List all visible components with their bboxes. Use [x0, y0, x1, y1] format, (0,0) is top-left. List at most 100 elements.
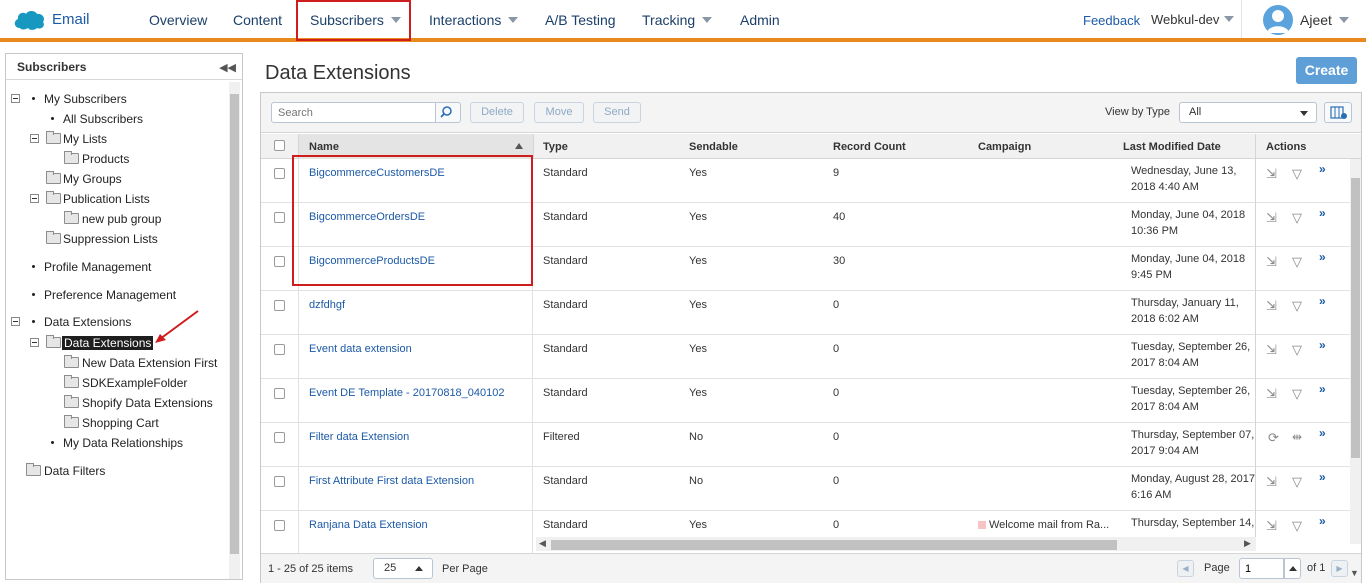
import-icon[interactable]: ⇲ [1266, 342, 1277, 358]
nav-interactions[interactable]: Interactions [429, 12, 519, 28]
column-header-last-modified-date[interactable]: Last Modified Date [1123, 141, 1221, 153]
import-icon[interactable]: ⇲ [1266, 210, 1277, 226]
nav-admin[interactable]: Admin [740, 12, 780, 28]
filter-icon[interactable]: ▽ [1292, 254, 1302, 270]
filter-icon[interactable]: ▽ [1292, 210, 1302, 226]
tree-item-my-data-relationships[interactable]: My Data Relationships [6, 434, 226, 452]
app-name[interactable]: Email [52, 11, 90, 28]
tree-item-my-subscribers[interactable]: My Subscribers [6, 90, 226, 108]
nav-overview[interactable]: Overview [149, 12, 207, 28]
more-actions-icon[interactable]: » [1319, 514, 1326, 528]
filter-icon[interactable]: ▽ [1292, 474, 1302, 490]
tree-item-preference-management[interactable]: Preference Management [6, 286, 226, 304]
tree-item-profile-management[interactable]: Profile Management [6, 258, 226, 276]
filter-icon[interactable]: ▽ [1292, 298, 1302, 314]
import-icon[interactable]: ⇲ [1266, 254, 1277, 270]
row-checkbox[interactable] [274, 344, 285, 355]
refresh-icon[interactable]: ⟳ [1268, 430, 1279, 446]
import-icon[interactable]: ⇲ [1266, 166, 1277, 182]
column-header-record-count[interactable]: Record Count [833, 141, 906, 153]
feedback-link[interactable]: Feedback [1083, 13, 1140, 28]
table-row[interactable]: Event DE Template - 20170818_040102 Stand… [261, 379, 1261, 423]
search-input[interactable] [271, 102, 436, 123]
user-menu[interactable]: Ajeet [1300, 12, 1349, 28]
view-by-type-select[interactable]: All [1179, 102, 1317, 123]
row-campaign[interactable]: Welcome mail from Ra... [978, 519, 1109, 531]
row-name-link[interactable]: Event DE Template - 20170818_040102 [309, 387, 505, 399]
avatar[interactable] [1263, 5, 1293, 35]
column-settings-button[interactable] [1324, 102, 1352, 123]
collapse-toggle-icon[interactable] [30, 194, 39, 203]
collapse-left-icon[interactable]: ◀◀ [219, 61, 236, 74]
filter-icon[interactable]: ▽ [1292, 166, 1302, 182]
page-number-input[interactable] [1239, 558, 1284, 579]
nav-tracking[interactable]: Tracking [642, 12, 713, 28]
send-button[interactable]: Send [593, 102, 641, 123]
tree-item-new-pub-group[interactable]: new pub group [6, 210, 226, 228]
row-checkbox[interactable] [274, 256, 285, 267]
collapse-toggle-icon[interactable] [30, 134, 39, 143]
filter-icon[interactable]: ▽ [1292, 386, 1302, 402]
delete-button[interactable]: Delete [470, 102, 524, 123]
import-icon[interactable]: ⇲ [1266, 474, 1277, 490]
previous-page-button[interactable]: ◀ [1177, 560, 1194, 577]
import-icon[interactable]: ⇲ [1266, 518, 1277, 534]
sidebar-scrollbar-thumb[interactable] [230, 94, 239, 554]
import-icon[interactable]: ⇲ [1266, 298, 1277, 314]
filter-icon[interactable]: ▽ [1292, 518, 1302, 534]
column-header-type[interactable]: Type [543, 141, 568, 153]
row-checkbox[interactable] [274, 300, 285, 311]
nav-content[interactable]: Content [233, 12, 282, 28]
sort-ascending-icon[interactable] [515, 143, 523, 149]
scroll-right-icon[interactable]: ▶ [1244, 538, 1251, 549]
row-name-link[interactable]: Ranjana Data Extension [309, 519, 428, 531]
org-switcher[interactable]: Webkul-dev [1151, 12, 1235, 27]
tree-item-suppression-lists[interactable]: Suppression Lists [6, 230, 226, 248]
tree-item-shopify-data-extensions[interactable]: Shopify Data Extensions [6, 394, 226, 412]
row-checkbox[interactable] [274, 212, 285, 223]
import-icon[interactable]: ⇲ [1266, 386, 1277, 402]
move-button[interactable]: Move [534, 102, 584, 123]
collapse-toggle-icon[interactable] [30, 338, 39, 347]
next-page-button[interactable]: ▶ [1331, 560, 1348, 577]
more-actions-icon[interactable]: » [1319, 250, 1326, 264]
row-checkbox[interactable] [274, 520, 285, 531]
collapse-toggle-icon[interactable] [11, 94, 20, 103]
row-checkbox[interactable] [274, 476, 285, 487]
collapse-toggle-icon[interactable] [11, 317, 20, 326]
move-arrows-icon[interactable]: ⇹ [1292, 430, 1302, 444]
row-checkbox[interactable] [274, 432, 285, 443]
row-checkbox[interactable] [274, 388, 285, 399]
more-actions-icon[interactable]: » [1319, 206, 1326, 220]
more-actions-icon[interactable]: » [1319, 338, 1326, 352]
scroll-down-icon[interactable]: ▼ [1350, 568, 1359, 578]
scroll-left-icon[interactable]: ◀ [539, 538, 546, 549]
row-name-link[interactable]: dzfdhgf [309, 299, 345, 311]
more-actions-icon[interactable]: » [1319, 426, 1326, 440]
grid-vertical-scrollbar-thumb[interactable] [1351, 178, 1360, 458]
tree-item-shopping-cart[interactable]: Shopping Cart [6, 414, 226, 432]
more-actions-icon[interactable]: » [1319, 470, 1326, 484]
per-page-select[interactable]: 25 [373, 558, 433, 579]
salesforce-cloud-logo[interactable] [12, 8, 46, 32]
row-name-link[interactable]: Filter data Extension [309, 431, 409, 443]
tree-item-all-subscribers[interactable]: All Subscribers [6, 110, 226, 128]
tree-item-publication-lists[interactable]: Publication Lists [6, 190, 226, 208]
column-header-name[interactable]: Name [309, 141, 339, 153]
tree-item-data-filters[interactable]: Data Filters [6, 462, 226, 480]
filter-icon[interactable]: ▽ [1292, 342, 1302, 358]
table-row[interactable]: Event data extension Standard Yes 0 Tuesday,… [261, 335, 1261, 379]
tree-item-new-data-extension-first[interactable]: New Data Extension First [6, 354, 226, 372]
tree-item-my-groups[interactable]: My Groups [6, 170, 226, 188]
row-name-link[interactable]: Event data extension [309, 343, 412, 355]
table-row[interactable]: First Attribute First data Extension Stan… [261, 467, 1261, 511]
page-stepper[interactable] [1284, 558, 1301, 579]
more-actions-icon[interactable]: » [1319, 294, 1326, 308]
grid-horizontal-scrollbar-thumb[interactable] [551, 540, 1117, 550]
select-all-checkbox[interactable] [274, 140, 285, 151]
search-button[interactable] [435, 102, 461, 123]
column-header-campaign[interactable]: Campaign [978, 141, 1031, 153]
create-button[interactable]: Create [1296, 57, 1357, 84]
more-actions-icon[interactable]: » [1319, 162, 1326, 176]
tree-item-sdkexamplefolder[interactable]: SDKExampleFolder [6, 374, 226, 392]
